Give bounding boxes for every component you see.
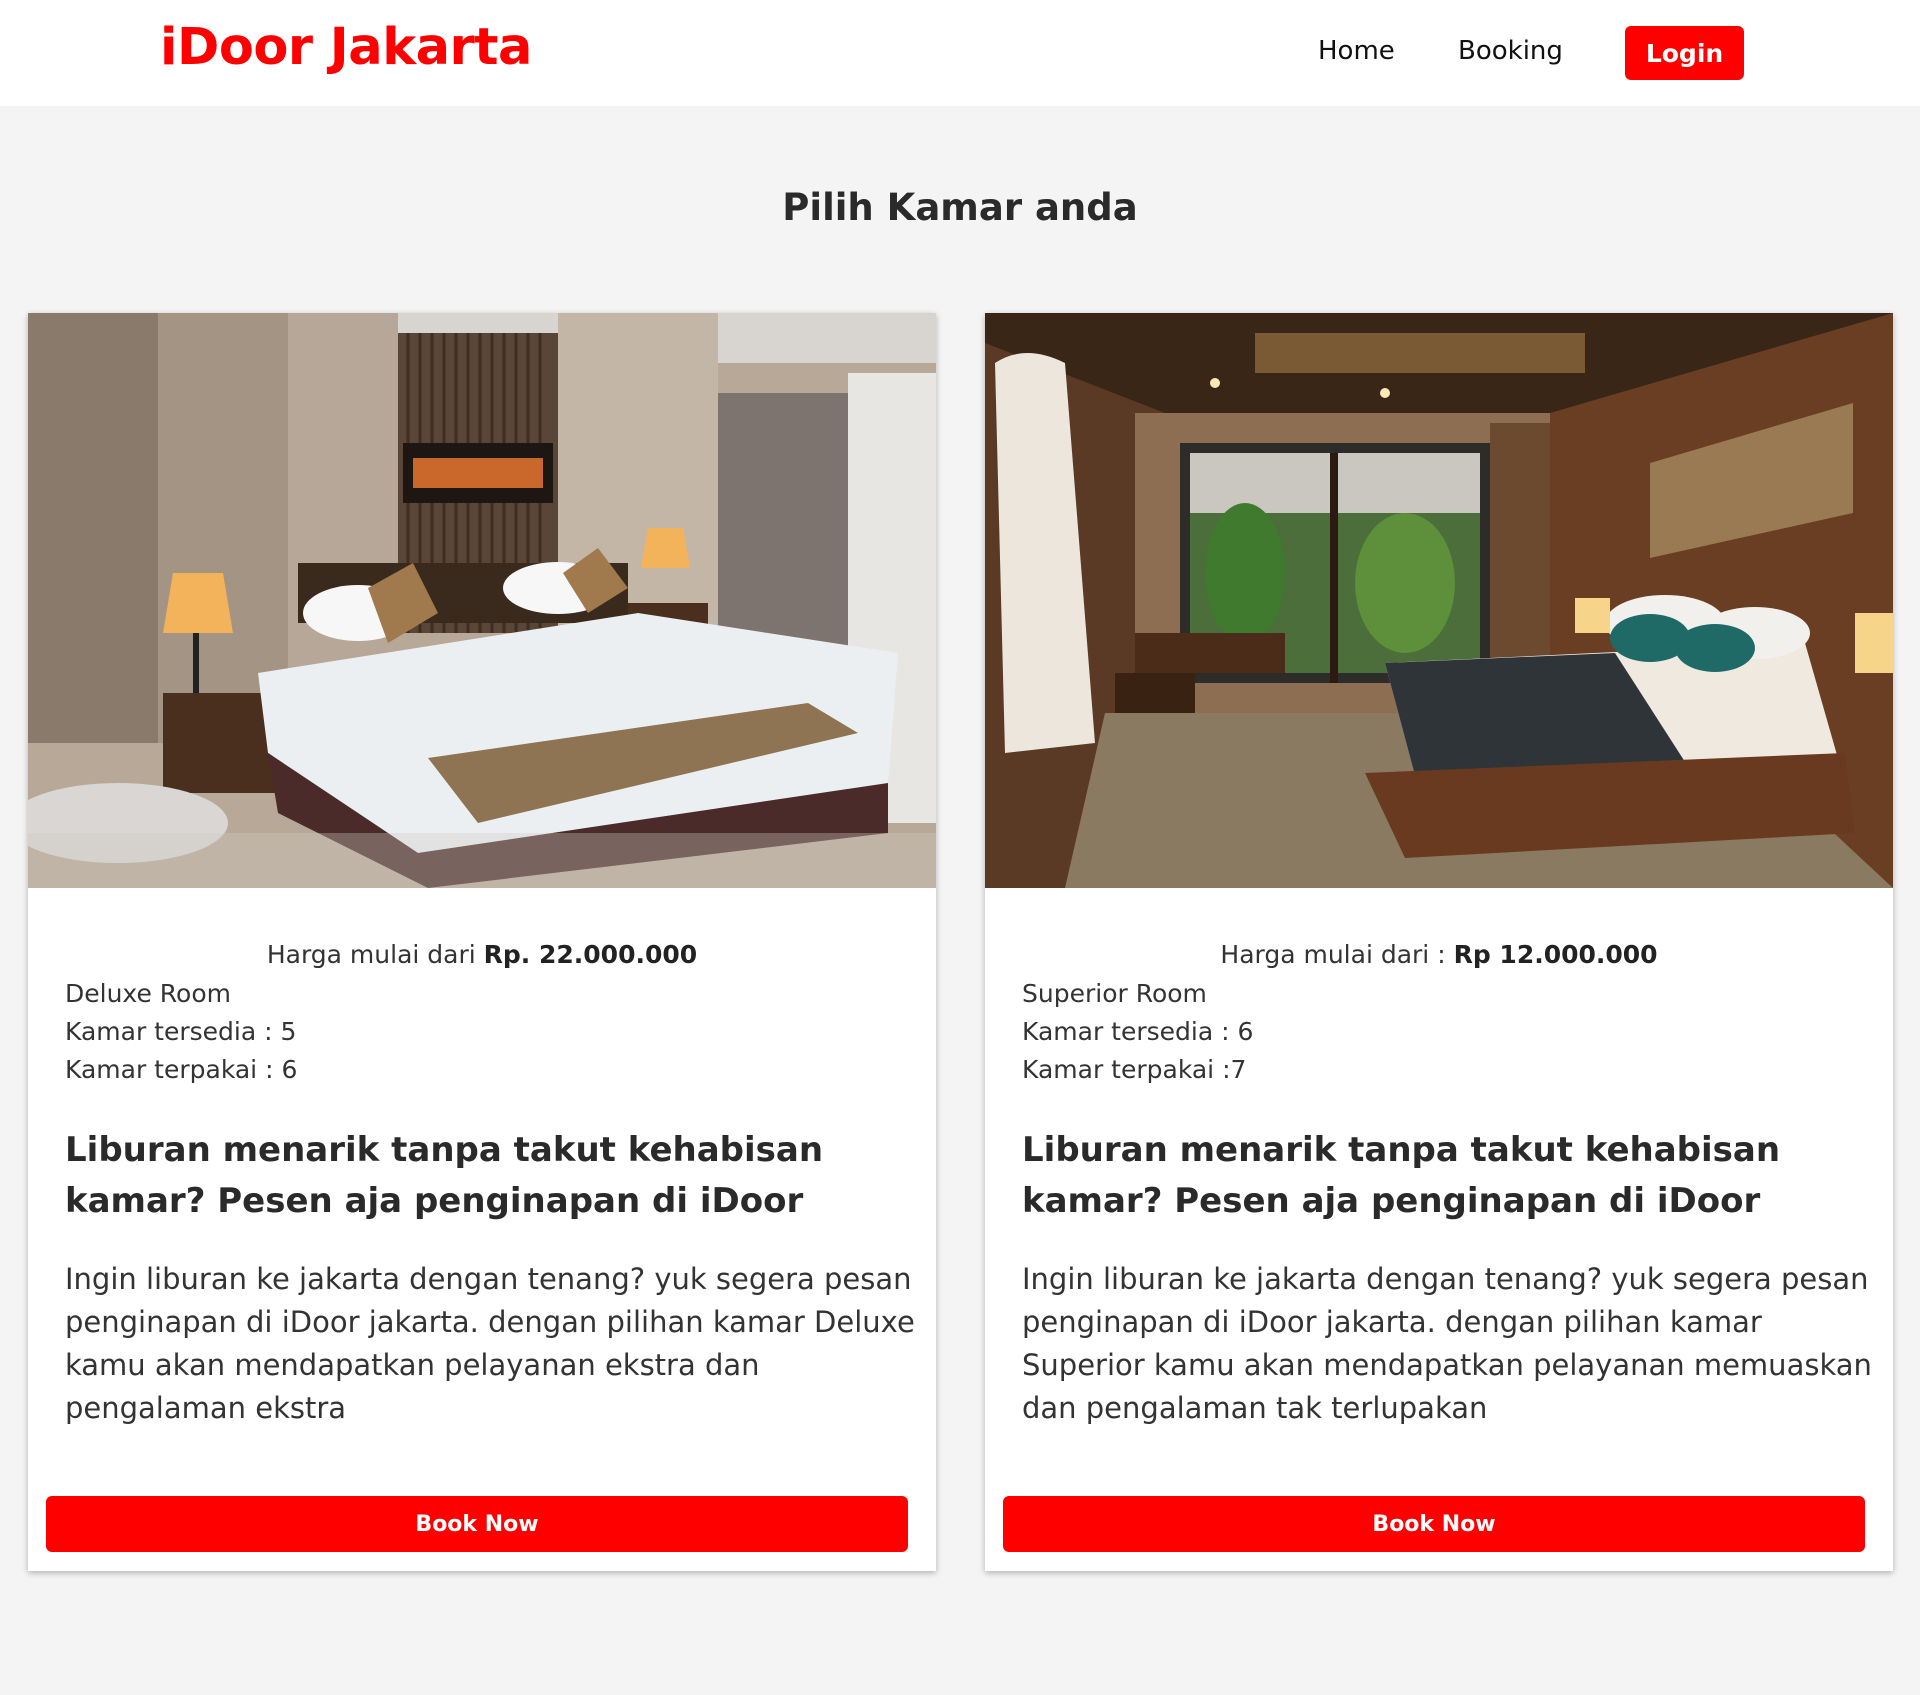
rooms-available: Kamar tersedia : 6 (1022, 1017, 1254, 1046)
price-prefix: Harga mulai dari : (1220, 940, 1454, 969)
price-value: Rp. 22.000.000 (483, 940, 698, 969)
room-card-superior: Harga mulai dari : Rp 12.000.000 Superio… (985, 313, 1893, 1571)
rooms-used: Kamar terpakai : 6 (65, 1055, 298, 1084)
price-prefix: Harga mulai dari (266, 940, 484, 969)
room-price: Harga mulai dari : Rp 12.000.000 (985, 940, 1893, 969)
room-photo-superior (985, 313, 1893, 888)
card-headline: Liburan menarik tanpa takut kehabisan ka… (65, 1130, 824, 1221)
rooms-used: Kamar terpakai :7 (1022, 1055, 1247, 1084)
room-type: Deluxe Room (65, 979, 231, 1008)
card-headline: Liburan menarik tanpa takut kehabisan ka… (1022, 1130, 1781, 1221)
navbar: iDoor Jakarta Home Booking Login (0, 0, 1920, 106)
page-title: Pilih Kamar anda (782, 186, 1138, 229)
room-photo-deluxe (28, 313, 936, 888)
book-now-button[interactable]: Book Now (1003, 1496, 1865, 1552)
book-now-button[interactable]: Book Now (46, 1496, 908, 1552)
brand-logo[interactable]: iDoor Jakarta (160, 18, 532, 77)
room-price: Harga mulai dari Rp. 22.000.000 (28, 940, 936, 969)
room-card-deluxe: Harga mulai dari Rp. 22.000.000 Deluxe R… (28, 313, 936, 1571)
nav-link-booking[interactable]: Booking (1458, 36, 1563, 66)
card-description: Ingin liburan ke jakarta dengan tenang? … (65, 1262, 915, 1425)
price-value: Rp 12.000.000 (1453, 940, 1658, 969)
room-type: Superior Room (1022, 979, 1207, 1008)
rooms-available: Kamar tersedia : 5 (65, 1017, 297, 1046)
card-description: Ingin liburan ke jakarta dengan tenang? … (1022, 1262, 1872, 1425)
login-button[interactable]: Login (1625, 26, 1744, 80)
nav-link-home[interactable]: Home (1318, 36, 1395, 66)
